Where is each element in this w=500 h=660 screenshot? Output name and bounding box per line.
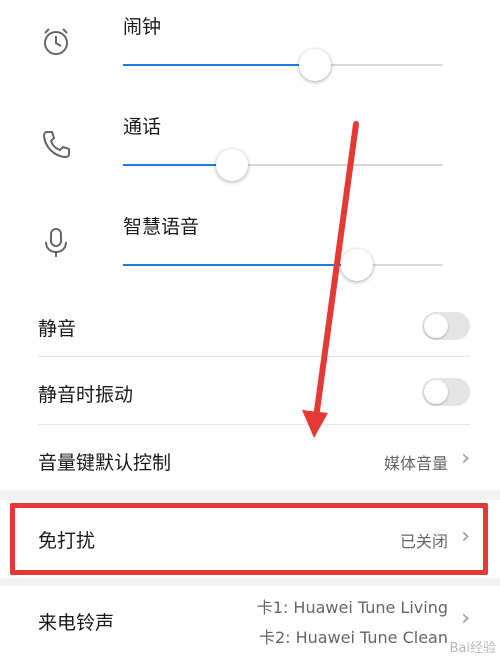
volume-key-default-label: 音量键默认控制 xyxy=(38,452,172,474)
call-volume-slider[interactable] xyxy=(123,149,443,181)
ringtone-row[interactable]: 来电铃声 卡1: Huawei Tune Living 卡2: Huawei T… xyxy=(38,588,470,660)
phone-icon xyxy=(38,126,74,162)
alarm-volume-slider[interactable] xyxy=(123,49,443,81)
call-volume-label: 通话 xyxy=(123,116,162,138)
section-gap xyxy=(0,490,500,500)
alarm-volume-row: 闹钟 xyxy=(0,0,500,100)
section-gap xyxy=(0,578,500,586)
volume-key-default-value: 媒体音量 xyxy=(383,454,448,473)
smart-voice-volume-thumb[interactable] xyxy=(340,249,373,281)
mute-toggle[interactable] xyxy=(422,312,470,340)
mute-label: 静音 xyxy=(38,318,77,340)
divider xyxy=(38,424,470,425)
alarm-volume-label: 闹钟 xyxy=(123,16,162,38)
alarm-volume-fill xyxy=(123,64,315,66)
volume-key-default-row[interactable]: 音量键默认控制 媒体音量 › xyxy=(38,432,470,488)
divider xyxy=(38,356,470,357)
ringtone-label: 来电铃声 xyxy=(38,612,115,634)
smart-voice-volume-fill xyxy=(123,264,357,266)
call-volume-row: 通话 xyxy=(0,100,500,200)
call-volume-thumb[interactable] xyxy=(215,149,248,181)
vibrate-on-mute-row[interactable]: 静音时振动 xyxy=(38,364,470,424)
alarm-clock-icon xyxy=(38,24,74,60)
chevron-right-icon: › xyxy=(461,446,470,471)
smart-voice-volume-label: 智慧语音 xyxy=(123,216,200,238)
mute-row[interactable]: 静音 xyxy=(38,300,470,356)
ringtone-sim2-value: 卡2: Huawei Tune Clean xyxy=(258,628,448,647)
annotation-highlight-box xyxy=(10,503,488,575)
vibrate-on-mute-label: 静音时振动 xyxy=(38,384,134,406)
microphone-icon xyxy=(38,224,74,260)
vibrate-on-mute-toggle[interactable] xyxy=(422,378,470,406)
smart-voice-volume-row: 智慧语音 xyxy=(0,200,500,300)
chevron-right-icon: › xyxy=(461,606,470,631)
ringtone-sim1-value: 卡1: Huawei Tune Living xyxy=(256,598,448,617)
watermark: Bai经验 xyxy=(449,641,497,656)
smart-voice-volume-slider[interactable] xyxy=(123,249,443,281)
alarm-volume-thumb[interactable] xyxy=(299,49,331,81)
